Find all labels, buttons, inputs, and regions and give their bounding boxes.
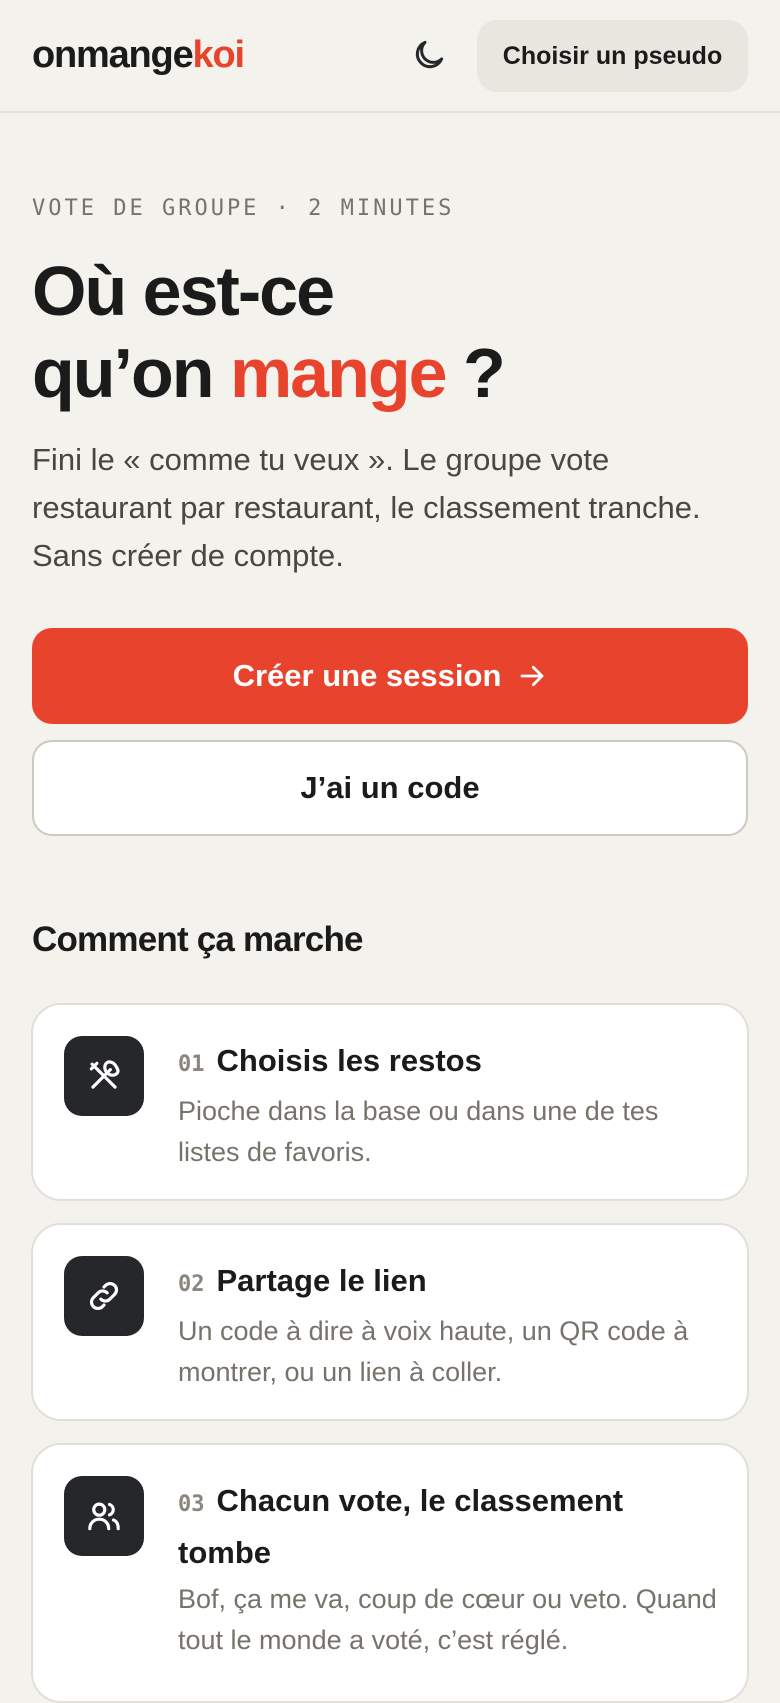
arrow-right-icon: [521, 665, 544, 687]
step-title: 02 Partage le lien: [178, 1257, 717, 1309]
step-description: Pioche dans la base ou dans une de tes l…: [178, 1096, 659, 1167]
step-description: Un code à dire à voix haute, un QR code …: [178, 1316, 689, 1387]
hero-eyebrow: VOTE DE GROUPE · 2 MINUTES: [32, 196, 455, 221]
have-code-button[interactable]: J’ai un code: [32, 740, 748, 836]
create-session-label: Créer une session: [232, 658, 502, 693]
step-title-text: Partage le lien: [216, 1263, 427, 1298]
moon-icon[interactable]: [410, 36, 448, 74]
hero-subtitle: Fini le « comme tu veux ». Le groupe vot…: [32, 442, 701, 573]
step-number: 01: [178, 1052, 205, 1077]
logo-accent: koi: [192, 34, 246, 76]
hero-title-line1: Où est-ce: [32, 252, 335, 330]
app-header: onmangekoi Choisir un pseudo: [0, 0, 780, 113]
step-title: 03 Chacun vote, le classement tombe: [178, 1477, 717, 1577]
step-card: 02 Partage le lien Un code à dire à voix …: [31, 1223, 749, 1421]
step-number: 02: [178, 1272, 205, 1297]
step-title: 01 Choisis les restos: [178, 1037, 717, 1089]
create-session-button[interactable]: Créer une session: [32, 628, 748, 724]
link-icon: [64, 1256, 144, 1336]
step-card: 01 Choisis les restos Pioche dans la base…: [31, 1003, 749, 1201]
step-card: 03 Chacun vote, le classement tombe Bof, …: [31, 1443, 749, 1703]
step-title-text: Choisis les restos: [216, 1043, 482, 1078]
hero-title-accent: mange: [229, 334, 448, 412]
choose-pseudo-button[interactable]: Choisir un pseudo: [477, 20, 748, 92]
step-description: Bof, ça me va, coup de cœur ou veto. Qua…: [178, 1584, 717, 1655]
how-it-works-title: Comment ça marche: [32, 920, 364, 959]
step-number: 03: [178, 1492, 205, 1517]
hero-title-line2-after: ?: [445, 334, 506, 412]
hero-title-line2-before: qu’on: [32, 334, 230, 412]
logo-main: onmange: [32, 34, 194, 76]
logo[interactable]: onmangekoi: [32, 34, 246, 77]
users-icon: [64, 1476, 144, 1556]
utensils-icon: [64, 1036, 144, 1116]
step-title-text: Chacun vote, le classement tombe: [178, 1483, 624, 1570]
hero-title: Où est-ce qu’on mange ?: [32, 250, 748, 414]
